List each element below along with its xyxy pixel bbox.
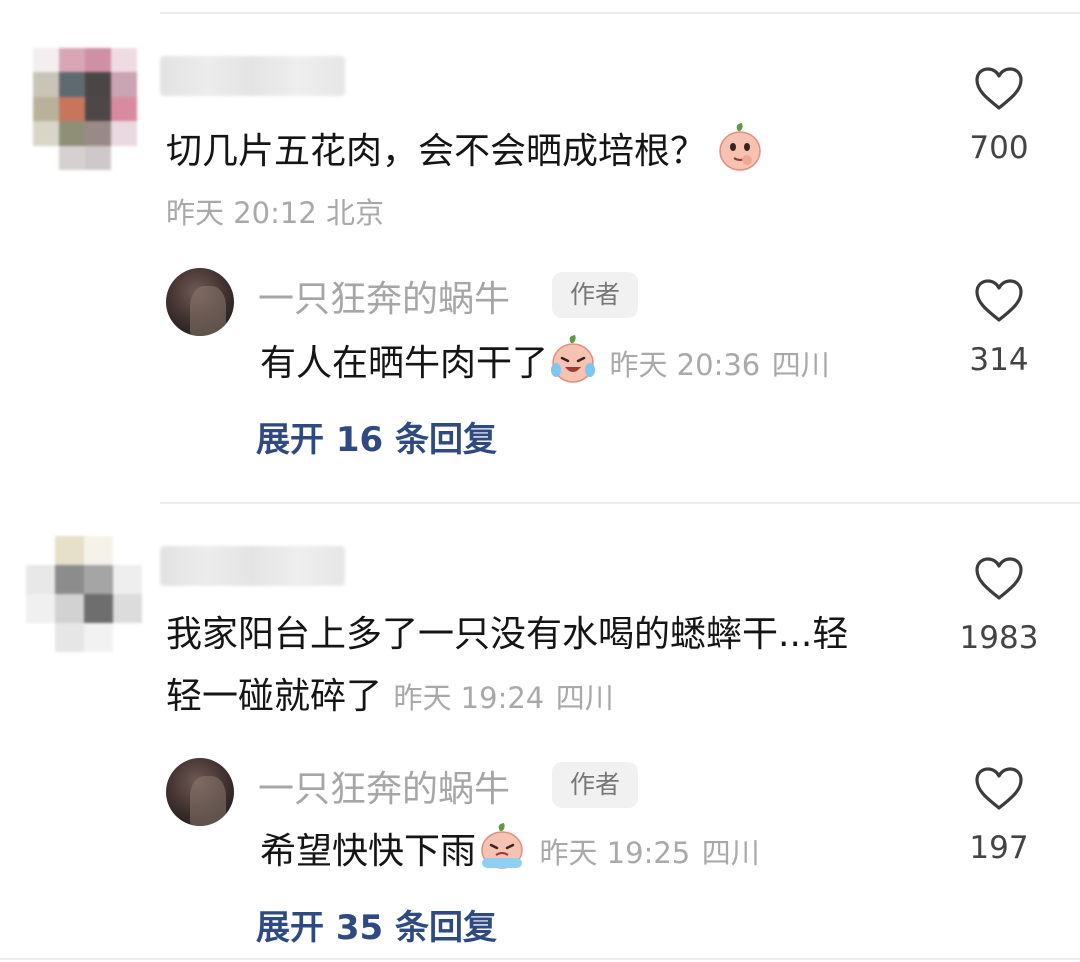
reply-author-name[interactable]: 一只狂奔的蜗牛 — [258, 760, 510, 812]
heart-icon — [975, 67, 1023, 110]
reply-text-content: 希望快快下雨 — [260, 831, 477, 872]
reply-text[interactable]: 有人在晒牛肉干了 昨天 20:36 四川 — [260, 334, 830, 396]
comment-divider — [160, 502, 1080, 504]
peach-tearful-emoji — [476, 822, 528, 884]
username-blurred[interactable] — [160, 56, 345, 96]
like-count: 197 — [969, 830, 1029, 866]
author-badge: 作者 — [552, 272, 638, 318]
like-count: 314 — [969, 342, 1029, 378]
bottom-divider — [0, 958, 1080, 960]
comment-time: 昨天 20:12 — [166, 196, 317, 230]
avatar[interactable] — [26, 536, 142, 652]
comment-text-content: 切几片五花肉，会不会晒成培根？ — [166, 131, 707, 172]
comment-text[interactable]: 轻一碰就碎了 昨天 19:24 四川 — [166, 674, 614, 721]
author-avatar[interactable] — [166, 268, 234, 336]
comment-text-line1: 我家阳台上多了一只没有水喝的蟋蟀干...轻 — [166, 614, 849, 655]
like-count: 1983 — [959, 620, 1039, 656]
avatar[interactable] — [33, 48, 137, 170]
comment-location: 北京 — [326, 196, 385, 230]
author-badge: 作者 — [552, 762, 638, 808]
reply-location: 四川 — [771, 348, 830, 382]
comment-text-line2: 轻一碰就碎了 — [166, 676, 383, 717]
username-blurred[interactable] — [160, 546, 345, 586]
peach-thinking-emoji — [717, 122, 763, 184]
comment-meta: 昨天 20:12 北京 — [166, 190, 384, 232]
heart-icon — [975, 557, 1023, 600]
reply-location: 四川 — [701, 836, 760, 870]
reply-text[interactable]: 希望快快下雨 昨天 19:25 四川 — [260, 822, 760, 884]
like-button[interactable]: 700 — [944, 66, 1054, 166]
comment-text[interactable]: 切几片五花肉，会不会晒成培根？ — [166, 122, 763, 184]
reply-author-name[interactable]: 一只狂奔的蜗牛 — [258, 270, 510, 322]
like-count: 700 — [969, 130, 1029, 166]
like-button[interactable]: 197 — [944, 766, 1054, 866]
heart-icon — [975, 767, 1023, 810]
reply-text-content: 有人在晒牛肉干了 — [260, 343, 549, 384]
reply-time: 昨天 19:25 — [539, 836, 691, 870]
like-button[interactable]: 314 — [944, 278, 1054, 378]
like-button[interactable]: 1983 — [944, 556, 1054, 656]
expand-replies-link[interactable]: 展开 35 条回复 — [256, 900, 497, 949]
reply-time: 昨天 20:36 — [609, 348, 761, 382]
heart-icon — [975, 279, 1023, 322]
author-avatar[interactable] — [166, 758, 234, 826]
expand-replies-link[interactable]: 展开 16 条回复 — [256, 412, 497, 461]
comment-location: 四川 — [555, 681, 614, 715]
comment-text[interactable]: 我家阳台上多了一只没有水喝的蟋蟀干...轻 — [166, 612, 848, 658]
peach-crying-emoji — [548, 334, 598, 396]
comment-time: 昨天 19:24 — [393, 681, 545, 715]
top-divider — [160, 12, 1080, 14]
